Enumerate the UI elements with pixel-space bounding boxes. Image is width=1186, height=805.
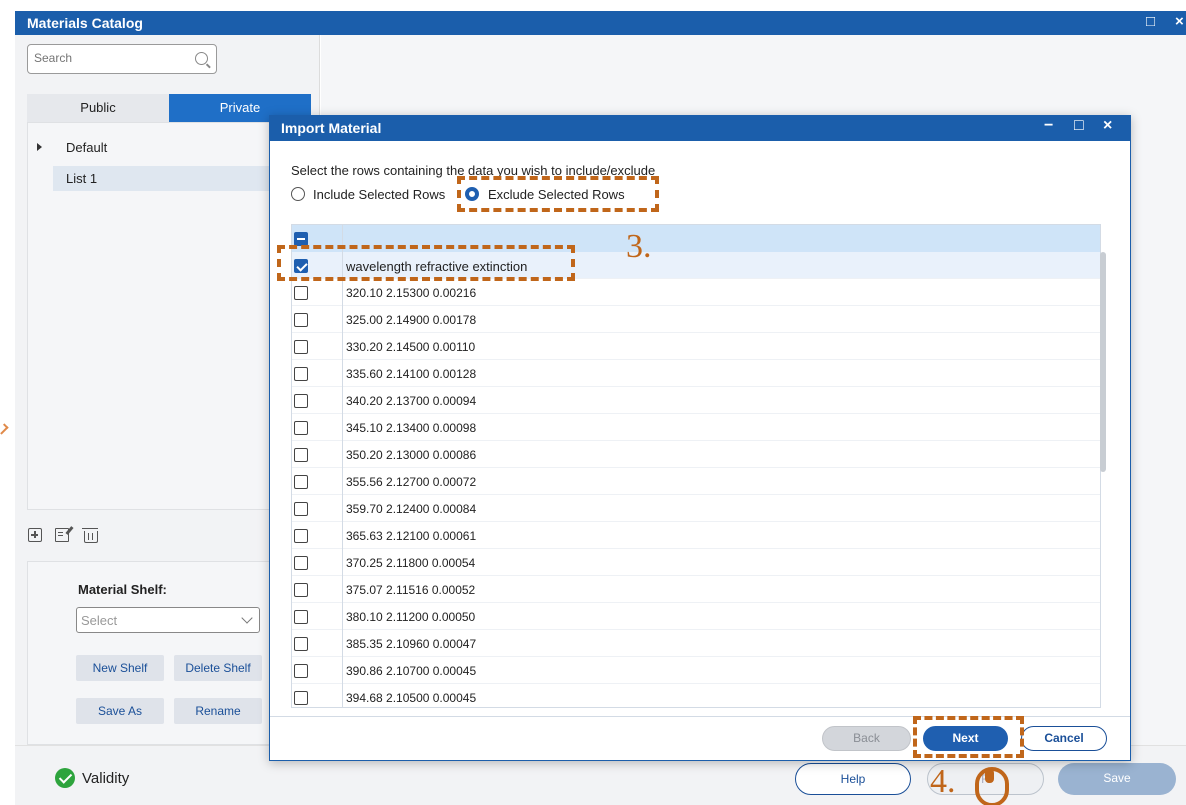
help-button[interactable]: Help xyxy=(795,763,911,795)
material-shelf-label: Material Shelf: xyxy=(78,582,167,597)
cancel-button[interactable]: Cancel xyxy=(1021,726,1107,751)
row-checkbox[interactable] xyxy=(294,556,308,570)
save-button[interactable]: Save xyxy=(1058,763,1176,795)
search-input[interactable] xyxy=(34,51,184,65)
tree-item-label: List 1 xyxy=(66,171,98,186)
add-icon[interactable] xyxy=(28,528,42,542)
row-text: 390.86 2.10700 0.00045 xyxy=(346,664,477,678)
table-row[interactable]: 350.20 2.13000 0.00086 xyxy=(292,441,1100,468)
row-text: 365.63 2.12100 0.00061 xyxy=(346,529,477,543)
row-checkbox[interactable] xyxy=(294,421,308,435)
table-row[interactable]: 355.56 2.12700 0.00072 xyxy=(292,468,1100,495)
row-text: 325.00 2.14900 0.00178 xyxy=(346,313,477,327)
tab-public[interactable]: Public xyxy=(27,94,169,122)
caret-right-icon[interactable] xyxy=(37,143,42,151)
select-value: Select xyxy=(81,613,118,628)
mouse-button-icon xyxy=(985,769,994,783)
row-text: 370.25 2.11800 0.00054 xyxy=(346,556,476,570)
tree-item-default[interactable]: Default xyxy=(66,140,107,155)
save-as-button[interactable]: Save As xyxy=(76,698,164,724)
table-row[interactable]: 340.20 2.13700 0.00094 xyxy=(292,387,1100,414)
trash-icon[interactable] xyxy=(82,528,98,543)
column-divider xyxy=(342,225,343,707)
check-circle-icon xyxy=(55,768,75,788)
row-text: 335.60 2.14100 0.00128 xyxy=(346,367,477,381)
row-checkbox[interactable] xyxy=(294,394,308,408)
include-rows-radio[interactable] xyxy=(291,187,305,201)
row-text: 345.10 2.13400 0.00098 xyxy=(346,421,477,435)
table-row[interactable]: 380.10 2.11200 0.00050 xyxy=(292,603,1100,630)
row-text: 320.10 2.15300 0.00216 xyxy=(346,286,477,300)
table-row[interactable]: 394.68 2.10500 0.00045 xyxy=(292,684,1100,707)
table-row[interactable]: 345.10 2.13400 0.00098 xyxy=(292,414,1100,441)
row-text: 340.20 2.13700 0.00094 xyxy=(346,394,477,408)
row-checkbox[interactable] xyxy=(294,583,308,597)
grid-scrollbar[interactable] xyxy=(1100,252,1106,472)
annotation-box-step3 xyxy=(457,176,659,212)
annotation-step4-label: 4. xyxy=(930,763,956,800)
annotation-step3-label: 3. xyxy=(626,228,652,265)
row-checkbox[interactable] xyxy=(294,313,308,327)
row-checkbox[interactable] xyxy=(294,286,308,300)
grid-rows: wavelength refractive extinction 320.10 2… xyxy=(292,252,1100,707)
row-checkbox[interactable] xyxy=(294,448,308,462)
row-text: 385.35 2.10960 0.00047 xyxy=(346,637,477,651)
table-row[interactable]: 320.10 2.15300 0.00216 xyxy=(292,279,1100,306)
row-checkbox[interactable] xyxy=(294,502,308,516)
delete-shelf-button[interactable]: Delete Shelf xyxy=(174,655,262,681)
row-checkbox[interactable] xyxy=(294,367,308,381)
new-shelf-button[interactable]: New Shelf xyxy=(76,655,164,681)
table-row[interactable]: 335.60 2.14100 0.00128 xyxy=(292,360,1100,387)
annotation-box-step4 xyxy=(913,716,1024,758)
row-checkbox[interactable] xyxy=(294,664,308,678)
table-row[interactable]: 370.25 2.11800 0.00054 xyxy=(292,549,1100,576)
table-row[interactable]: 385.35 2.10960 0.00047 xyxy=(292,630,1100,657)
search-box[interactable] xyxy=(27,44,217,74)
row-checkbox[interactable] xyxy=(294,610,308,624)
row-text: 330.20 2.14500 0.00110 xyxy=(346,340,476,354)
maximize-icon[interactable]: □ xyxy=(1146,13,1155,30)
row-text: 359.70 2.12400 0.00084 xyxy=(346,502,477,516)
table-row[interactable]: 375.07 2.11516 0.00052 xyxy=(292,576,1100,603)
close-icon[interactable]: × xyxy=(1175,13,1184,30)
close-icon[interactable]: × xyxy=(1103,117,1112,135)
row-checkbox[interactable] xyxy=(294,475,308,489)
row-checkbox[interactable] xyxy=(294,691,308,705)
table-row[interactable]: 390.86 2.10700 0.00045 xyxy=(292,657,1100,684)
material-shelf-select[interactable]: Select xyxy=(76,607,260,633)
table-row[interactable]: 325.00 2.14900 0.00178 xyxy=(292,306,1100,333)
minimize-icon[interactable]: − xyxy=(1044,117,1053,135)
row-checkbox[interactable] xyxy=(294,529,308,543)
table-row[interactable]: 330.20 2.14500 0.00110 xyxy=(292,333,1100,360)
catalog-titlebar: Materials Catalog □ × xyxy=(15,11,1186,35)
search-icon[interactable] xyxy=(195,52,208,65)
catalog-title: Materials Catalog xyxy=(27,15,143,31)
validity-label: Validity xyxy=(82,770,130,787)
row-text: 380.10 2.11200 0.00050 xyxy=(346,610,476,624)
arrow-mark-icon xyxy=(0,423,9,435)
back-button[interactable]: Back xyxy=(822,726,911,751)
row-checkbox[interactable] xyxy=(294,340,308,354)
chevron-down-icon xyxy=(241,612,253,624)
row-checkbox[interactable] xyxy=(294,637,308,651)
data-rows-grid: wavelength refractive extinction 320.10 2… xyxy=(291,224,1101,708)
dialog-titlebar: Import Material − □ × xyxy=(270,116,1130,141)
dialog-title: Import Material xyxy=(281,120,382,136)
row-text: 375.07 2.11516 0.00052 xyxy=(346,583,476,597)
maximize-icon[interactable]: □ xyxy=(1074,117,1084,135)
select-all-checkbox[interactable] xyxy=(294,232,308,246)
rename-button[interactable]: Rename xyxy=(174,698,262,724)
table-row[interactable]: 359.70 2.12400 0.00084 xyxy=(292,495,1100,522)
edit-icon[interactable] xyxy=(55,528,69,542)
annotation-box-header-row xyxy=(277,245,575,281)
include-rows-label[interactable]: Include Selected Rows xyxy=(313,187,445,202)
row-text: 394.68 2.10500 0.00045 xyxy=(346,691,477,705)
row-text: 355.56 2.12700 0.00072 xyxy=(346,475,477,489)
row-text: 350.20 2.13000 0.00086 xyxy=(346,448,477,462)
table-row[interactable]: 365.63 2.12100 0.00061 xyxy=(292,522,1100,549)
